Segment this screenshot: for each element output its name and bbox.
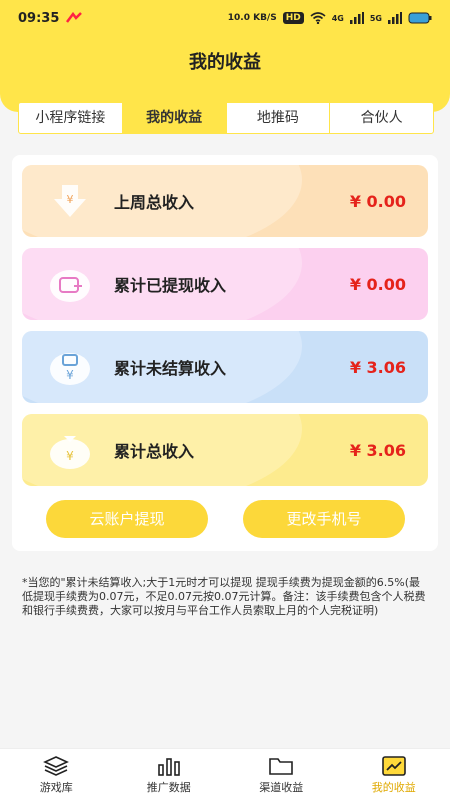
svg-text:¥: ¥ — [66, 368, 74, 382]
nav-promo-data[interactable]: 推广数据 — [113, 749, 226, 801]
network-speed: 10.0 KB/S — [228, 14, 277, 23]
bar-chart-icon — [156, 755, 182, 777]
page-title: 我的收益 — [0, 48, 450, 74]
status-bar: 09:35 10.0 KB/S HD 4G 5G — [0, 0, 450, 36]
tab-partner[interactable]: 合伙人 — [330, 103, 433, 133]
tab-promo-code[interactable]: 地推码 — [227, 103, 331, 133]
stat-last-week-income: ¥ 上周总收入 ¥ 0.00 — [22, 165, 428, 237]
nav-my-earnings[interactable]: 我的收益 — [338, 749, 450, 801]
nav-label: 渠道收益 — [259, 779, 303, 795]
withdraw-note: *当您的"累计未结算收入;大于1元时才可以提现 提现手续费为提现金额的6.5%(… — [22, 576, 430, 618]
hd-badge: HD — [283, 12, 304, 24]
layers-icon — [43, 755, 69, 777]
bottom-nav: 游戏库 推广数据 渠道收益 我的收益 — [0, 748, 450, 801]
stat-label: 累计未结算收入 — [114, 355, 350, 379]
signal-icon — [350, 12, 364, 24]
status-time: 09:35 — [18, 11, 59, 26]
yen-bag-icon: ¥ — [48, 347, 92, 387]
stat-withdrawn-income: 累计已提现收入 ¥ 0.00 — [22, 248, 428, 320]
nav-channel-earnings[interactable]: 渠道收益 — [225, 749, 338, 801]
stat-label: 累计总收入 — [114, 438, 350, 462]
nav-label: 游戏库 — [40, 779, 73, 795]
stat-value: ¥ 3.06 — [350, 441, 406, 460]
svg-text:¥: ¥ — [66, 449, 74, 463]
battery-icon — [408, 12, 432, 24]
stat-label: 累计已提现收入 — [114, 272, 350, 296]
stat-total-income: ¥ 累计总收入 ¥ 3.06 — [22, 414, 428, 486]
trend-chart-icon — [381, 755, 407, 777]
stat-value: ¥ 0.00 — [350, 192, 406, 211]
stat-unsettled-income: ¥ 累计未结算收入 ¥ 3.06 — [22, 331, 428, 403]
stat-label: 上周总收入 — [114, 189, 350, 213]
folder-icon — [268, 755, 294, 777]
signal-label-5g: 5G — [370, 14, 382, 23]
signal-icon-2 — [388, 12, 402, 24]
cloud-account-withdraw-button[interactable]: 云账户提现 — [46, 500, 208, 538]
arrow-down-yen-icon: ¥ — [48, 181, 92, 221]
wifi-icon — [310, 12, 326, 24]
tab-my-earnings[interactable]: 我的收益 — [123, 103, 227, 133]
nav-game-library[interactable]: 游戏库 — [0, 749, 113, 801]
earnings-card: ¥ 上周总收入 ¥ 0.00 累计已提现收入 ¥ 0.00 ¥ 累计未结算收入 … — [12, 155, 438, 551]
stat-value: ¥ 3.06 — [350, 358, 406, 377]
nav-label: 我的收益 — [372, 779, 416, 795]
money-bag-icon: ¥ — [48, 430, 92, 470]
tab-mini-program-link[interactable]: 小程序链接 — [19, 103, 123, 133]
nav-label: 推广数据 — [147, 779, 191, 795]
svg-text:¥: ¥ — [67, 193, 74, 206]
stat-value: ¥ 0.00 — [350, 275, 406, 294]
app-notification-icon — [65, 12, 83, 24]
signal-label-4g: 4G — [332, 14, 344, 23]
change-phone-button[interactable]: 更改手机号 — [243, 500, 405, 538]
tab-bar: 小程序链接 我的收益 地推码 合伙人 — [18, 102, 434, 134]
wallet-plus-icon — [48, 264, 92, 304]
